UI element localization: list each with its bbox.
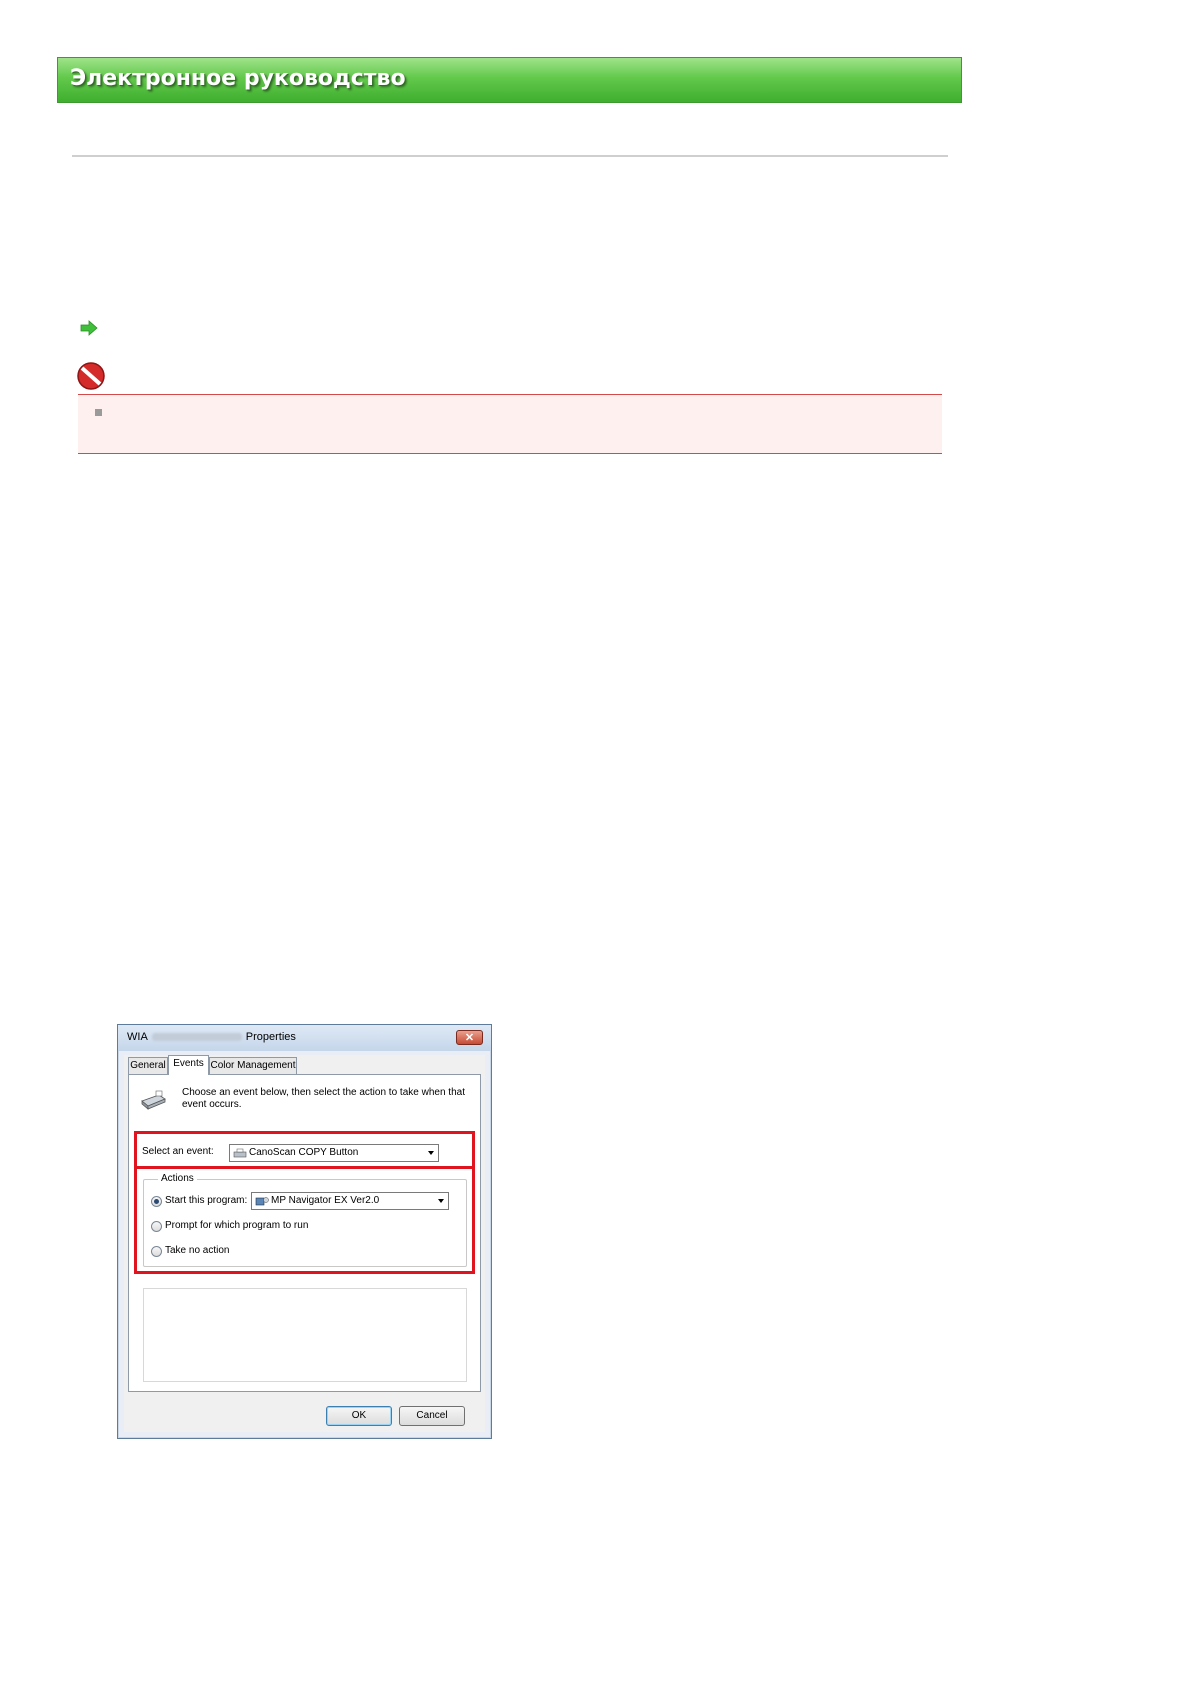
wia-properties-dialog: WIA Properties ✕ General Events Color Man…	[117, 1024, 492, 1439]
page-title: Электронное руководство	[70, 66, 406, 91]
start-program-label: Start this program:	[165, 1195, 248, 1206]
tab-color-management[interactable]: Color Management	[209, 1057, 297, 1074]
redacted-model-name	[151, 1033, 242, 1042]
scanner-small-icon	[233, 1148, 247, 1158]
dialog-title-prefix: WIA	[127, 1031, 148, 1043]
bullet-icon	[95, 409, 102, 416]
header-banner: Электронное руководство	[57, 57, 962, 103]
dialog-title-suffix: Properties	[245, 1031, 296, 1043]
select-event-value: CanoScan COPY Button	[249, 1147, 359, 1158]
stop-icon	[77, 362, 105, 390]
cancel-button[interactable]: Cancel	[399, 1406, 465, 1426]
dropdown-arrow-icon	[438, 1199, 444, 1203]
select-event-dropdown[interactable]: CanoScan COPY Button	[229, 1144, 439, 1162]
scanner-icon	[141, 1090, 166, 1110]
start-program-value: MP Navigator EX Ver2.0	[271, 1195, 380, 1206]
actions-group-label: Actions	[158, 1173, 197, 1184]
dialog-title: WIA Properties	[127, 1031, 296, 1043]
empty-panel-area	[143, 1288, 467, 1382]
select-event-label: Select an event:	[142, 1146, 214, 1157]
events-tab-page: Choose an event below, then select the a…	[128, 1074, 481, 1392]
important-note-box	[78, 394, 942, 454]
tab-general[interactable]: General	[128, 1057, 168, 1074]
dialog-client: General Events Color Management Choose a…	[124, 1055, 485, 1432]
events-description: Choose an event below, then select the a…	[182, 1087, 465, 1110]
radio-start-program[interactable]	[151, 1196, 162, 1207]
prompt-program-label: Prompt for which program to run	[165, 1220, 309, 1231]
dropdown-arrow-icon	[428, 1151, 434, 1155]
tab-events[interactable]: Events	[168, 1055, 209, 1075]
green-arrow-icon[interactable]	[80, 320, 98, 336]
close-icon[interactable]: ✕	[456, 1030, 483, 1045]
mp-navigator-icon	[255, 1197, 269, 1206]
take-no-action-label: Take no action	[165, 1245, 230, 1256]
dialog-titlebar: WIA Properties ✕	[118, 1025, 491, 1051]
start-program-dropdown[interactable]: MP Navigator EX Ver2.0	[251, 1192, 449, 1210]
divider	[72, 155, 948, 157]
radio-prompt-program[interactable]	[151, 1221, 162, 1232]
radio-take-no-action[interactable]	[151, 1246, 162, 1257]
ok-button[interactable]: OK	[326, 1406, 392, 1426]
